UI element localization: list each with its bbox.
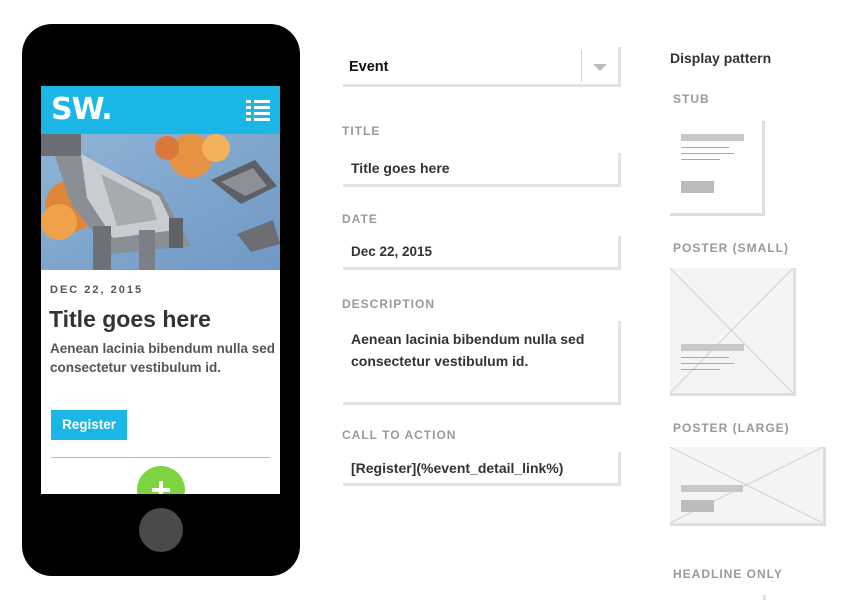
pattern-label-headline-only: HEADLINE ONLY (673, 567, 783, 581)
date-field[interactable]: Dec 22, 2015 (343, 236, 621, 270)
pattern-label-poster-large: POSTER (LARGE) (673, 421, 790, 435)
title-label: TITLE (342, 124, 381, 138)
call-to-action-label: CALL TO ACTION (342, 428, 457, 442)
content-type-value: Event (349, 59, 389, 75)
pattern-option-poster-small[interactable] (670, 268, 796, 396)
title-field[interactable]: Title goes here (343, 153, 621, 187)
home-button[interactable] (139, 508, 183, 552)
article-date: DEC 22, 2015 (50, 284, 144, 296)
article-description: Aenean lacinia bibendum nulla sed consec… (50, 341, 276, 375)
pattern-option-stub[interactable] (670, 121, 765, 216)
menu-icon[interactable] (246, 100, 270, 122)
title-field-value: Title goes here (351, 160, 450, 176)
description-field[interactable]: Aenean lacinia bibendum nulla sed consec… (343, 321, 621, 405)
select-divider (581, 50, 582, 82)
display-pattern-heading: Display pattern (670, 50, 772, 66)
phone-preview: SW. DEC 22, 2015 Title goes here Aenean … (22, 24, 300, 576)
register-button[interactable]: Register (51, 410, 127, 440)
article-title[interactable]: Title goes here (49, 306, 211, 333)
plus-icon[interactable] (137, 466, 185, 494)
description-field-value: Aenean lacinia bibendum nulla sed consec… (351, 331, 585, 369)
pattern-label-stub: STUB (673, 92, 710, 106)
chevron-down-icon[interactable] (593, 64, 607, 71)
phone-screen: SW. DEC 22, 2015 Title goes here Aenean … (41, 86, 280, 494)
pattern-label-poster-small: POSTER (SMALL) (673, 241, 789, 255)
pattern-option-poster-large[interactable] (670, 447, 826, 526)
date-label: DATE (342, 212, 378, 226)
site-logo[interactable]: SW. (51, 92, 113, 127)
app-header: SW. (41, 86, 280, 134)
call-to-action-field[interactable]: [Register](%event_detail_link%) (343, 452, 621, 486)
hero-image (41, 134, 280, 270)
date-field-value: Dec 22, 2015 (351, 244, 433, 259)
pattern-option-headline-only[interactable] (670, 595, 766, 600)
content-type-select[interactable]: Event (343, 47, 621, 87)
call-to-action-value: [Register](%event_detail_link%) (351, 460, 564, 476)
divider (51, 457, 270, 458)
description-label: DESCRIPTION (342, 297, 436, 311)
